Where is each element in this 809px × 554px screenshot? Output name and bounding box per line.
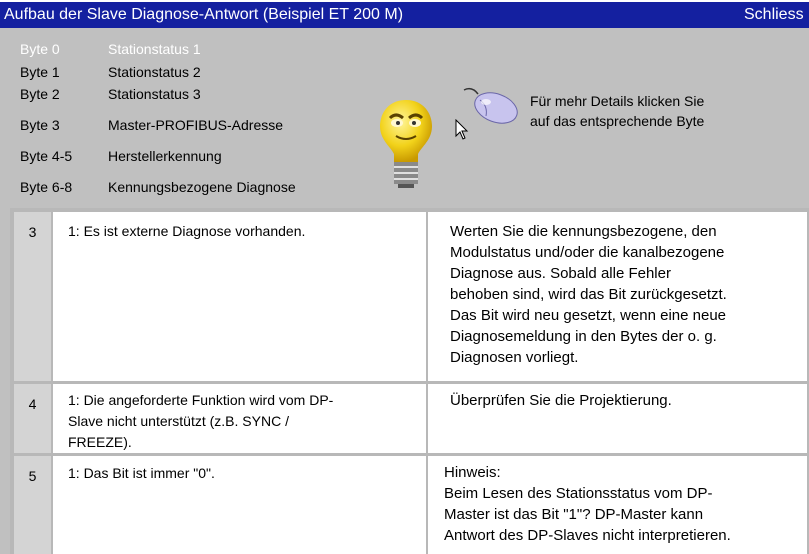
bit-remedy-text: Hinweis: Beim Lesen des Stationsstatus v… bbox=[444, 464, 731, 544]
byte-label: Stationstatus 2 bbox=[108, 64, 201, 80]
byte-number: Byte 3 bbox=[20, 117, 60, 133]
diagnose-table: 3 1: Es ist externe Diagnose vorhanden. … bbox=[10, 208, 809, 554]
byte-label: Stationstatus 1 bbox=[108, 41, 201, 57]
byte-label: Stationstatus 3 bbox=[108, 86, 201, 102]
bit-remedy: Werten Sie die kennungsbezogene, den Mod… bbox=[428, 212, 807, 381]
byte-number: Byte 1 bbox=[20, 64, 60, 80]
byte-label: Kennungsbezogene Diagnose bbox=[108, 179, 296, 195]
arrow-cursor-icon bbox=[455, 118, 469, 146]
bit-meaning: 1: Es ist externe Diagnose vorhanden. bbox=[53, 212, 426, 381]
byte-number: Byte 4-5 bbox=[20, 148, 73, 164]
bit-meaning-text: 1: Die angeforderte Funktion wird vom DP… bbox=[68, 392, 334, 450]
bit-remedy: Überprüfen Sie die Projektierung. bbox=[428, 384, 807, 453]
bit-remedy-text: Überprüfen Sie die Projektierung. bbox=[450, 392, 672, 409]
bit-meaning-text: 1: Das Bit ist immer "0". bbox=[68, 465, 215, 481]
instruction-line-2: auf das entsprechende Byte bbox=[530, 113, 705, 129]
bit-meaning: 1: Das Bit ist immer "0". bbox=[53, 456, 426, 554]
title-bar: Aufbau der Slave Diagnose-Antwort (Beisp… bbox=[0, 0, 809, 28]
byte-label: Master-PROFIBUS-Adresse bbox=[108, 117, 284, 133]
byte-number: Byte 0 bbox=[20, 41, 60, 57]
instruction-line-1: Für mehr Details klicken Sie bbox=[530, 93, 705, 109]
byte-label: Herstellerkennung bbox=[108, 148, 222, 164]
window-title: Aufbau der Slave Diagnose-Antwort (Beisp… bbox=[4, 6, 404, 23]
computer-mouse-icon bbox=[462, 84, 520, 133]
byte-number: Byte 6-8 bbox=[20, 179, 73, 195]
bit-number: 5 bbox=[14, 456, 51, 554]
bit-meaning-text: 1: Es ist externe Diagnose vorhanden. bbox=[68, 223, 306, 239]
byte-number: Byte 2 bbox=[20, 86, 60, 102]
bit-meaning: 1: Die angeforderte Funktion wird vom DP… bbox=[53, 384, 426, 453]
bit-remedy-text: Werten Sie die kennungsbezogene, den Mod… bbox=[450, 223, 727, 366]
bit-number: 4 bbox=[14, 384, 51, 453]
instruction-text: Für mehr Details klicken Sie auf das ent… bbox=[530, 91, 704, 131]
bit-remedy: Hinweis: Beim Lesen des Stationsstatus v… bbox=[428, 456, 807, 554]
bit-number: 3 bbox=[14, 212, 51, 381]
lightbulb-face-icon bbox=[376, 96, 436, 195]
close-button[interactable]: Schliess bbox=[744, 6, 804, 24]
